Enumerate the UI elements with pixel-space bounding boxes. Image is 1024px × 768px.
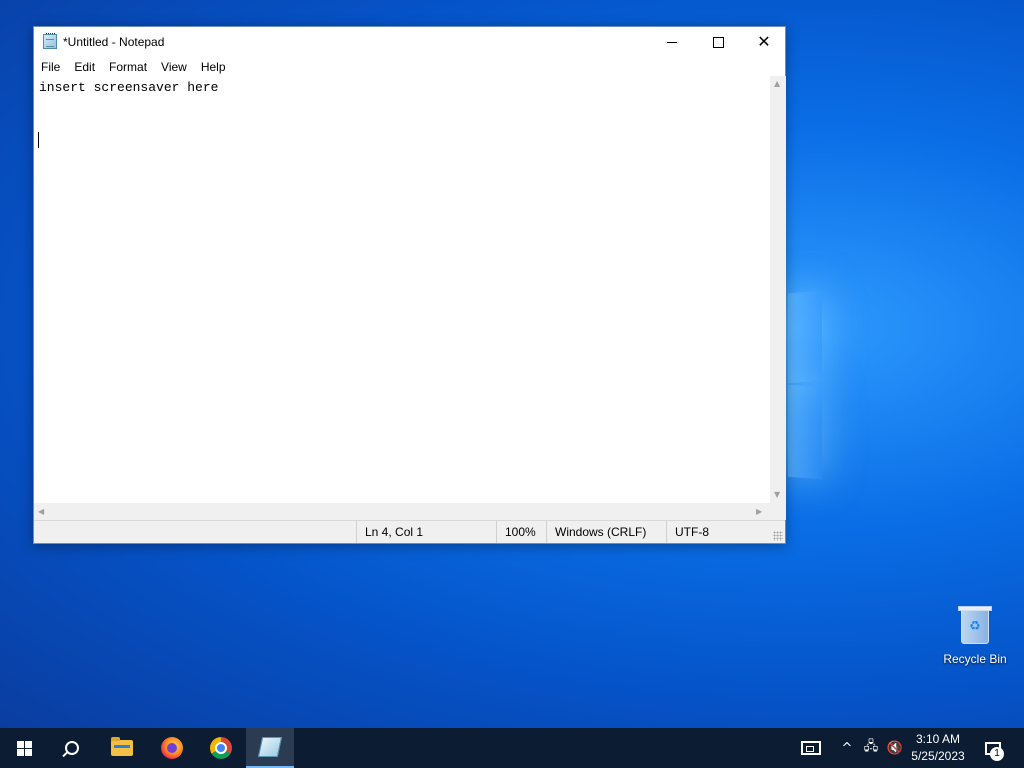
notepad-taskbar-button[interactable] bbox=[246, 728, 294, 768]
title-bar[interactable]: *Untitled - Notepad ✕ bbox=[34, 27, 785, 57]
status-encoding: UTF-8 bbox=[666, 521, 785, 543]
horizontal-scrollbar[interactable]: ◀ ▶ bbox=[34, 503, 770, 520]
search-icon bbox=[65, 741, 79, 755]
close-button[interactable]: ✕ bbox=[741, 27, 787, 57]
maximize-icon bbox=[712, 36, 724, 48]
volume-button[interactable]: 🔇 bbox=[884, 728, 906, 768]
text-editor[interactable]: insert screensaver here bbox=[34, 76, 770, 503]
resize-grip-icon[interactable] bbox=[773, 531, 783, 541]
notification-count-badge: 1 bbox=[990, 747, 1004, 761]
maximize-button[interactable] bbox=[695, 27, 741, 57]
encoding-text: UTF-8 bbox=[675, 525, 709, 539]
status-line-ending: Windows (CRLF) bbox=[546, 521, 666, 543]
scroll-left-icon[interactable]: ◀ bbox=[38, 507, 44, 516]
scrollbar-corner bbox=[770, 503, 786, 520]
line-ending-text: Windows (CRLF) bbox=[555, 525, 647, 539]
wallpaper-light-pane bbox=[788, 290, 822, 384]
chrome-button[interactable] bbox=[197, 728, 245, 768]
cursor-position-text: Ln 4, Col 1 bbox=[365, 525, 424, 539]
recycle-bin-label: Recycle Bin bbox=[943, 652, 1007, 666]
firefox-button[interactable] bbox=[148, 728, 196, 768]
search-button[interactable] bbox=[48, 728, 96, 768]
news-icon bbox=[801, 741, 821, 755]
menu-view[interactable]: View bbox=[154, 60, 194, 74]
text-caret bbox=[38, 132, 39, 148]
menu-format[interactable]: Format bbox=[102, 60, 154, 74]
desktop: *Untitled - Notepad ✕ File Edit Format V… bbox=[0, 0, 1024, 728]
notepad-app-icon[interactable] bbox=[43, 33, 57, 49]
status-cursor-position: Ln 4, Col 1 bbox=[356, 521, 496, 543]
volume-muted-icon: 🔇 bbox=[886, 740, 904, 756]
editor-content: insert screensaver here bbox=[39, 80, 219, 95]
clock[interactable]: 3:10 AM 5/25/2023 bbox=[906, 731, 970, 765]
file-explorer-button[interactable] bbox=[98, 728, 146, 768]
network-icon: 🖧 bbox=[863, 739, 879, 754]
start-button[interactable] bbox=[0, 728, 48, 768]
folder-icon bbox=[111, 737, 133, 756]
recycle-bin-icon: ♻ bbox=[958, 604, 992, 644]
chrome-icon bbox=[210, 737, 232, 759]
menu-bar: File Edit Format View Help bbox=[34, 57, 785, 76]
minimize-icon bbox=[667, 41, 677, 43]
show-hidden-icons-button[interactable]: ^ bbox=[838, 728, 856, 768]
scroll-up-icon[interactable]: ▲ bbox=[774, 79, 780, 88]
scroll-down-icon[interactable]: ▼ bbox=[774, 490, 780, 499]
recycle-bin-desktop-icon[interactable]: ♻ Recycle Bin bbox=[940, 600, 1010, 670]
menu-help[interactable]: Help bbox=[194, 60, 233, 74]
taskbar: ^ 🖧 🔇 3:10 AM 5/25/2023 bbox=[0, 728, 1024, 768]
news-widget-button[interactable] bbox=[796, 728, 826, 768]
window-title: *Untitled - Notepad bbox=[63, 35, 165, 49]
chevron-up-icon: ^ bbox=[841, 740, 853, 756]
minimize-button[interactable] bbox=[649, 27, 695, 57]
notepad-icon bbox=[257, 737, 283, 757]
windows-logo-icon bbox=[16, 740, 32, 756]
clock-date: 5/25/2023 bbox=[911, 749, 965, 763]
clock-time: 3:10 AM bbox=[915, 732, 961, 746]
zoom-text: 100% bbox=[505, 525, 536, 539]
scroll-right-icon[interactable]: ▶ bbox=[756, 507, 762, 516]
status-bar: Ln 4, Col 1 100% Windows (CRLF) UTF-8 bbox=[34, 520, 785, 543]
menu-edit[interactable]: Edit bbox=[67, 60, 102, 74]
menu-file[interactable]: File bbox=[34, 60, 67, 74]
notepad-window: *Untitled - Notepad ✕ File Edit Format V… bbox=[33, 26, 786, 544]
wallpaper-light-pane bbox=[788, 384, 822, 480]
network-button[interactable]: 🖧 bbox=[860, 728, 882, 768]
vertical-scrollbar[interactable]: ▲ ▼ bbox=[770, 76, 786, 503]
firefox-icon bbox=[161, 737, 183, 759]
status-zoom: 100% bbox=[496, 521, 546, 543]
close-icon: ✕ bbox=[757, 32, 771, 51]
